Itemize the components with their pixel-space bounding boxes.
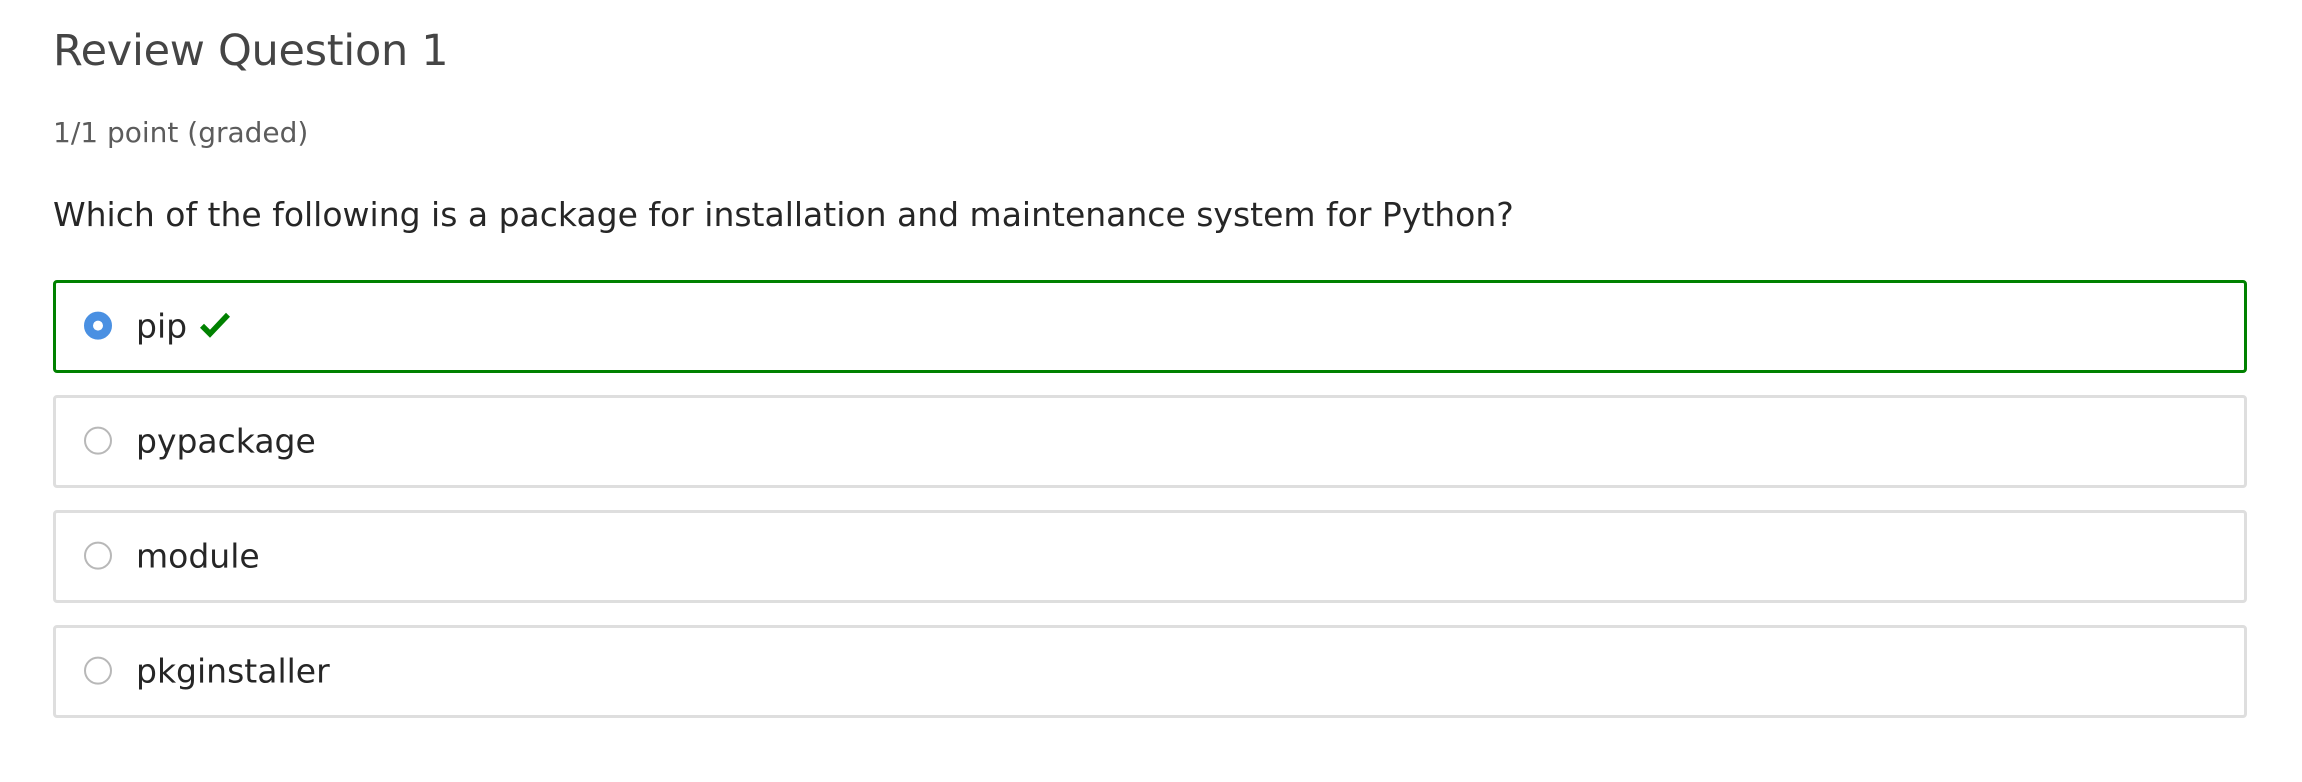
points-indicator: 1/1 point (graded) <box>53 116 309 149</box>
option-label: pip <box>136 306 188 346</box>
question-prompt: Which of the following is a package for … <box>53 195 1514 234</box>
answer-options: pip pypackage module pkginstaller <box>53 280 2247 740</box>
option-pypackage[interactable]: pypackage <box>53 395 2247 488</box>
radio-button[interactable] <box>84 656 112 685</box>
option-module[interactable]: module <box>53 510 2247 603</box>
radio-button[interactable] <box>84 541 112 570</box>
option-label-wrap: module <box>136 536 260 575</box>
option-pip[interactable]: pip <box>53 280 2247 373</box>
option-label: pkginstaller <box>136 651 330 691</box>
radio-button[interactable] <box>84 311 112 340</box>
option-pkginstaller[interactable]: pkginstaller <box>53 625 2247 718</box>
radio-button[interactable] <box>84 426 112 455</box>
check-icon <box>197 311 233 341</box>
option-label: module <box>136 536 260 576</box>
option-label-wrap: pkginstaller <box>136 651 330 690</box>
question-title: Review Question 1 <box>53 26 449 76</box>
option-label-wrap: pip <box>136 306 233 345</box>
option-label-wrap: pypackage <box>136 421 316 460</box>
option-label: pypackage <box>136 421 316 461</box>
